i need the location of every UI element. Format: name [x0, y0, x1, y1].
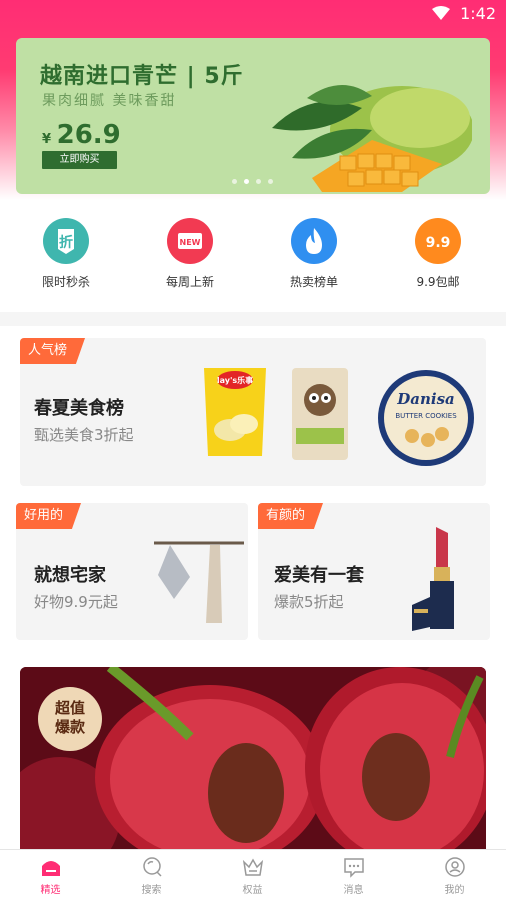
- category-label: 每周上新: [165, 275, 214, 289]
- banner-price: ¥ 26.9: [42, 120, 121, 150]
- price-value: 26.9: [56, 120, 121, 150]
- chips-brand-text: lay's乐事: [217, 375, 253, 385]
- nav-label: 权益: [242, 885, 263, 896]
- carousel-dots[interactable]: [232, 179, 276, 187]
- app-screen: 1:42 越南进口青芒 | 5斤 果肉细腻 美味香甜 ¥ 26.9 立即购买 折…: [0, 0, 506, 900]
- category-label: 热卖榜单: [289, 275, 338, 289]
- popular-tag: 人气榜: [20, 338, 86, 364]
- beauty-subtitle: 爆款5折起: [274, 593, 344, 611]
- category-flash-sale[interactable]: 折 限时秒杀: [16, 216, 116, 296]
- wifi-icon: [432, 6, 450, 20]
- tin-sub-text: BUTTER COOKIES: [395, 412, 457, 420]
- squirrel-snack-image: [292, 368, 348, 460]
- mango-image: [272, 84, 472, 192]
- popular-title: 春夏美食榜: [34, 398, 124, 419]
- category-label: 限时秒杀: [41, 275, 90, 289]
- cushion-rack-image: [154, 541, 244, 623]
- tin-brand-text: Danisa: [396, 390, 455, 408]
- banner-title: 越南进口青芒 | 5斤: [40, 64, 244, 89]
- cookie-tin-image: Danisa BUTTER COOKIES: [378, 370, 474, 466]
- beauty-title: 爱美有一套: [274, 565, 364, 586]
- beauty-tag: 有颜的: [258, 503, 324, 529]
- beauty-card[interactable]: 有颜的 爱美有一套 爆款5折起: [258, 503, 490, 640]
- message-icon: [344, 858, 364, 878]
- carousel-dot[interactable]: [256, 179, 261, 184]
- banner-subtitle: 果肉细腻 美味香甜: [42, 93, 177, 109]
- flame-icon: [291, 218, 337, 264]
- home-tag: 好用的: [16, 503, 82, 529]
- promo-badge: 超值 爆款: [38, 687, 102, 751]
- cherry-promo-banner[interactable]: 超值 爆款: [20, 667, 486, 857]
- nav-benefits[interactable]: 权益: [202, 850, 303, 900]
- nav-label: 我的: [444, 885, 465, 896]
- nav-profile[interactable]: 我的: [404, 850, 505, 900]
- nav-search[interactable]: 搜索: [101, 850, 202, 900]
- profile-icon: [445, 857, 465, 877]
- home-goods-card[interactable]: 好用的 就想宅家 好物9.9元起: [16, 503, 248, 640]
- promo-banner[interactable]: 越南进口青芒 | 5斤 果肉细腻 美味香甜 ¥ 26.9 立即购买: [16, 38, 490, 194]
- section-divider: [0, 312, 506, 326]
- category-hot-list[interactable]: 热卖榜单: [264, 216, 364, 296]
- category-label: 9.9包邮: [416, 275, 460, 289]
- nav-label: 搜索: [141, 885, 162, 896]
- badge-line-1: 超值: [54, 699, 85, 717]
- home-title: 就想宅家: [34, 565, 106, 586]
- status-bar: 1:42: [0, 0, 506, 28]
- lipstick-image: [412, 527, 454, 631]
- svg-text:9.9: 9.9: [426, 235, 451, 251]
- category-free-shipping[interactable]: 9.9 9.9包邮: [388, 216, 488, 296]
- bottom-nav: 精选 搜索 权益 消息 我的: [0, 849, 506, 900]
- svg-text:NEW: NEW: [180, 238, 201, 247]
- home-subtitle: 好物9.9元起: [34, 593, 118, 611]
- home-icon: [42, 861, 60, 876]
- carousel-dot[interactable]: [268, 179, 273, 184]
- crown-icon: [242, 858, 264, 876]
- popular-card[interactable]: 人气榜 春夏美食榜 甄选美食3折起 lay's乐事 Danisa BUTTER …: [20, 338, 486, 486]
- price-currency: ¥: [42, 132, 52, 147]
- new-badge-icon: NEW: [167, 218, 213, 264]
- search-icon: [143, 857, 162, 877]
- nav-featured[interactable]: 精选: [0, 850, 101, 900]
- nav-label: 精选: [40, 885, 61, 896]
- price-99-icon: 9.9: [415, 218, 461, 264]
- category-weekly-new[interactable]: NEW 每周上新: [140, 216, 240, 296]
- svg-text:折: 折: [59, 234, 73, 251]
- buy-now-button[interactable]: 立即购买: [42, 151, 117, 169]
- popular-subtitle: 甄选美食3折起: [34, 426, 134, 444]
- category-row: 折 限时秒杀 NEW 每周上新 热卖榜单 9.9 9.9包邮: [0, 216, 506, 296]
- chips-bag-image: lay's乐事: [204, 368, 266, 456]
- carousel-dot-active[interactable]: [244, 179, 249, 184]
- carousel-dot[interactable]: [232, 179, 237, 184]
- status-time: 1:42: [460, 4, 496, 23]
- badge-line-2: 爆款: [54, 718, 85, 736]
- discount-tag-icon: 折: [43, 218, 89, 264]
- nav-label: 消息: [343, 885, 364, 896]
- nav-messages[interactable]: 消息: [303, 850, 404, 900]
